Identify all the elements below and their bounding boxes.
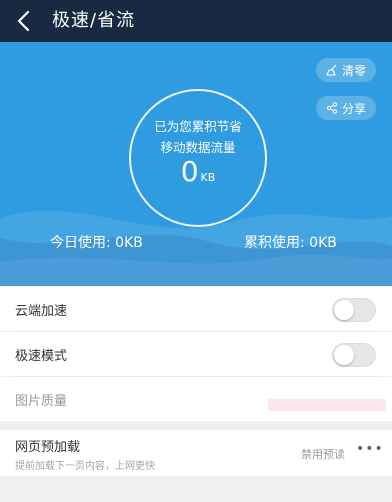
- clear-label: 清零: [341, 63, 366, 78]
- cloud-accel-label: 云端加速: [15, 304, 68, 319]
- fast-mode-toggle[interactable]: [332, 343, 376, 367]
- total-usage: 累积使用: 0KB: [244, 235, 337, 251]
- saved-caption-line1: 已为您累积节省: [154, 119, 242, 134]
- preload-row[interactable]: 网页预加载 提前加载下一页内容，上网更快 禁用预读 •••: [0, 430, 392, 476]
- toggle-knob: [334, 345, 354, 365]
- top-bar: 极速/省流: [0, 0, 392, 42]
- fast-mode-row: 极速模式: [0, 332, 392, 376]
- saved-value: 0: [180, 155, 199, 188]
- share-button[interactable]: 分享: [316, 96, 376, 120]
- saved-unit: KB: [200, 171, 216, 184]
- broom-icon: [326, 64, 337, 76]
- chevron-left-icon: [17, 10, 30, 32]
- share-label: 分享: [341, 101, 366, 116]
- more-icon[interactable]: •••: [356, 441, 384, 457]
- image-quality-label: 图片质量: [15, 394, 68, 409]
- page-title: 极速/省流: [52, 10, 136, 31]
- highlight-overlay: [268, 399, 386, 411]
- data-saving-panel: 清零 分享 已为您累积节省 移动数据流量 0 KB 今日使用: 0KB 累积使用:…: [0, 42, 392, 286]
- fast-mode-label: 极速模式: [15, 349, 68, 364]
- saved-data-circle: 已为您累积节省 移动数据流量 0 KB: [129, 89, 267, 227]
- preload-title: 网页预加载: [15, 440, 81, 455]
- toggle-knob: [334, 300, 354, 320]
- preload-subtitle: 提前加载下一页内容，上网更快: [15, 461, 155, 472]
- image-quality-row: 图片质量: [0, 377, 392, 421]
- cloud-accel-row: 云端加速: [0, 287, 392, 331]
- cloud-accel-toggle[interactable]: [332, 298, 376, 322]
- preload-value: 禁用预读: [301, 448, 345, 461]
- share-icon: [326, 102, 338, 114]
- back-button[interactable]: [12, 8, 38, 34]
- saved-caption-line2: 移动数据流量: [160, 140, 236, 155]
- today-usage: 今日使用: 0KB: [50, 235, 143, 251]
- clear-button[interactable]: 清零: [316, 58, 376, 82]
